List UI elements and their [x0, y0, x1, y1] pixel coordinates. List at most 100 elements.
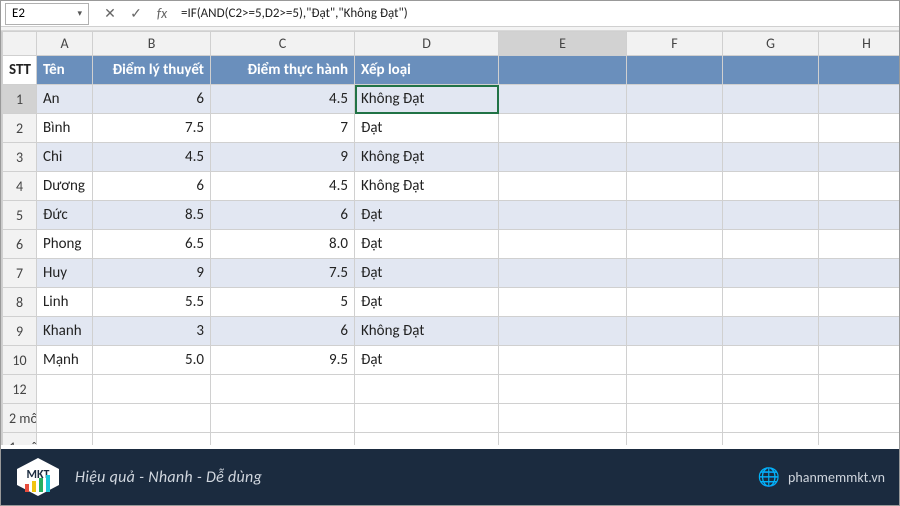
row-header[interactable]: 4 [3, 172, 37, 201]
cell[interactable] [37, 375, 93, 404]
cell[interactable]: Đạt [355, 201, 499, 230]
row-header[interactable]: 2 [3, 114, 37, 143]
column-header-H[interactable]: H [819, 32, 900, 56]
cell[interactable] [819, 114, 900, 143]
cell[interactable]: 4.5 [211, 172, 355, 201]
cell[interactable]: An [37, 85, 93, 114]
cell[interactable] [499, 346, 627, 375]
cell[interactable] [627, 288, 723, 317]
cancel-formula-button[interactable]: ✕ [97, 3, 123, 25]
column-header-C[interactable]: C [211, 32, 355, 56]
cell[interactable] [723, 259, 819, 288]
row-header[interactable]: 6 [3, 230, 37, 259]
cell[interactable] [819, 317, 900, 346]
chevron-down-icon[interactable]: ▾ [77, 8, 82, 19]
cell[interactable] [627, 259, 723, 288]
cell[interactable] [627, 114, 723, 143]
cell[interactable] [627, 346, 723, 375]
cell[interactable]: Không Đạt [355, 172, 499, 201]
cell[interactable]: 7.5 [211, 259, 355, 288]
cell[interactable] [819, 56, 900, 85]
cell[interactable]: Đức [37, 201, 93, 230]
column-header-G[interactable]: G [723, 32, 819, 56]
cell[interactable]: Đạt [355, 230, 499, 259]
cell[interactable] [93, 404, 211, 433]
cell[interactable] [819, 85, 900, 114]
cell[interactable] [819, 375, 900, 404]
cell[interactable]: Không Đạt [355, 143, 499, 172]
cell[interactable]: Dương [37, 172, 93, 201]
cell[interactable]: Bình [37, 114, 93, 143]
cell[interactable] [819, 259, 900, 288]
cell[interactable]: 6 [93, 85, 211, 114]
row-header[interactable]: 3 [3, 143, 37, 172]
cell[interactable] [627, 230, 723, 259]
column-header-B[interactable]: B [93, 32, 211, 56]
select-all-corner[interactable] [3, 32, 37, 56]
cell[interactable] [819, 433, 900, 446]
cell[interactable] [723, 346, 819, 375]
cell[interactable]: Không Đạt [355, 317, 499, 346]
cell[interactable]: 4.5 [93, 143, 211, 172]
cell[interactable] [355, 433, 499, 446]
cell[interactable] [819, 404, 900, 433]
cell[interactable] [819, 230, 900, 259]
cell[interactable] [723, 114, 819, 143]
cell[interactable]: Khanh [37, 317, 93, 346]
cell[interactable] [499, 404, 627, 433]
cell[interactable] [499, 114, 627, 143]
cell[interactable]: Mạnh [37, 346, 93, 375]
cell[interactable] [499, 172, 627, 201]
cell[interactable]: 5.5 [93, 288, 211, 317]
cell[interactable]: 5 [211, 288, 355, 317]
confirm-formula-button[interactable]: ✓ [123, 3, 149, 25]
cell[interactable]: 7 [211, 114, 355, 143]
cell[interactable]: 9 [93, 259, 211, 288]
column-header-E[interactable]: E [499, 32, 627, 56]
cell[interactable] [723, 375, 819, 404]
cell[interactable] [723, 172, 819, 201]
cell[interactable]: 9 [211, 143, 355, 172]
cell[interactable] [499, 259, 627, 288]
cell[interactable]: 6 [211, 317, 355, 346]
cell[interactable] [499, 201, 627, 230]
cell[interactable] [355, 404, 499, 433]
cell[interactable] [499, 375, 627, 404]
column-header-A[interactable]: A [37, 32, 93, 56]
cell[interactable] [499, 85, 627, 114]
cell[interactable] [37, 433, 93, 446]
row-header[interactable]: 8 [3, 288, 37, 317]
spreadsheet-area[interactable]: ABCDEFGH STTTênĐiểm lý thuyếtĐiểm thực h… [1, 31, 899, 445]
cell[interactable]: 3 [93, 317, 211, 346]
cell[interactable] [93, 433, 211, 446]
cell[interactable]: 8.5 [93, 201, 211, 230]
row-header[interactable]: STT [3, 56, 37, 85]
cell[interactable]: 5.0 [93, 346, 211, 375]
cell[interactable] [627, 404, 723, 433]
note-text[interactable]: 2 môn từ 5 điểm trở lên: Đạt [3, 404, 37, 433]
cell[interactable]: 8.0 [211, 230, 355, 259]
cell[interactable] [499, 288, 627, 317]
cell[interactable]: Điểm lý thuyết [93, 56, 211, 85]
cell[interactable]: Xếp loại [355, 56, 499, 85]
cell[interactable]: Đạt [355, 259, 499, 288]
row-header[interactable]: 12 [3, 375, 37, 404]
cell[interactable]: Đạt [355, 346, 499, 375]
cell[interactable]: Linh [37, 288, 93, 317]
cell[interactable] [723, 230, 819, 259]
row-header[interactable]: 1 [3, 85, 37, 114]
cell[interactable] [723, 56, 819, 85]
insert-function-button[interactable]: fx [149, 3, 175, 25]
cell[interactable] [211, 433, 355, 446]
cell[interactable] [819, 288, 900, 317]
cell[interactable]: 6.5 [93, 230, 211, 259]
cell[interactable] [499, 230, 627, 259]
column-header-D[interactable]: D [355, 32, 499, 56]
active-cell[interactable]: Không Đạt [355, 85, 499, 114]
cell[interactable] [37, 404, 93, 433]
cell[interactable] [93, 375, 211, 404]
column-header-F[interactable]: F [627, 32, 723, 56]
cell[interactable]: 7.5 [93, 114, 211, 143]
cell[interactable]: Chi [37, 143, 93, 172]
cell[interactable]: 6 [211, 201, 355, 230]
